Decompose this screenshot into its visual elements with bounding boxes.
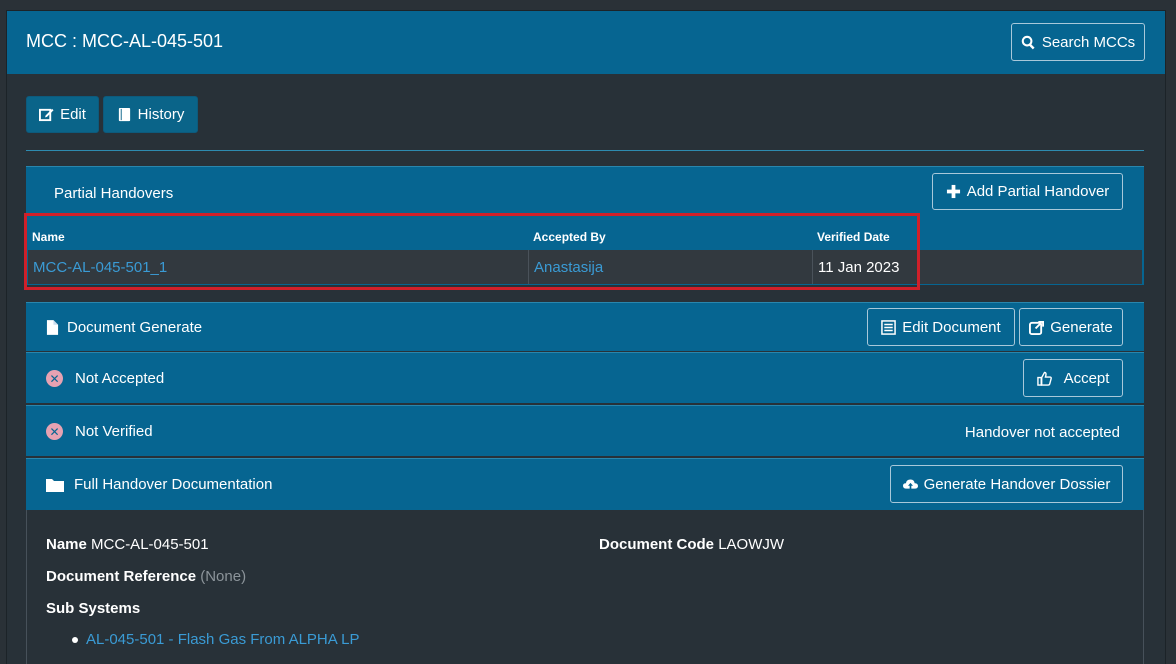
generate-handover-dossier-label: Generate Handover Dossier — [923, 475, 1111, 493]
partial-handovers-table: Name Accepted By Verified Date MCC-AL-04… — [26, 217, 1144, 285]
sub-system-link[interactable]: AL-045-501 - Flash Gas From ALPHA LP — [86, 631, 359, 648]
page-title: MCC : MCC-AL-045-501 — [26, 31, 224, 51]
detail-document-code: Document Code LAOWJW — [599, 536, 785, 553]
book-icon — [118, 107, 130, 122]
not-verified-panel: ✕ Not Verified Handover not accepted — [26, 405, 1144, 456]
search-mccs-button[interactable]: Search MCCs — [1011, 23, 1145, 61]
table-header-row: Name Accepted By Verified Date — [28, 219, 1142, 251]
not-accepted-panel: ✕ Not Accepted Accept — [26, 352, 1144, 403]
history-button[interactable]: History — [103, 96, 198, 133]
column-header-accepted-by: Accepted By — [533, 230, 606, 244]
thumbs-up-icon — [1036, 371, 1052, 386]
full-handover-panel: Full Handover Documentation Generate Han… — [26, 458, 1144, 510]
search-mccs-label: Search MCCs — [1041, 33, 1136, 51]
row-name-link[interactable]: MCC-AL-045-501_1 — [28, 250, 528, 284]
partial-handovers-title: Partial Handovers — [54, 185, 174, 202]
detail-document-reference: Document Reference (None) — [46, 568, 247, 585]
full-handover-title: Full Handover Documentation — [46, 476, 272, 493]
accept-button[interactable]: Accept — [1023, 359, 1123, 397]
edit-document-button[interactable]: Edit Document — [867, 308, 1015, 346]
edit-document-label: Edit Document — [902, 318, 1001, 336]
partial-handovers-panel: Partial Handovers Add Partial Handover — [26, 166, 1144, 218]
detail-name: Name MCC-AL-045-501 — [46, 536, 209, 553]
toolbar-divider — [26, 150, 1144, 151]
cloud-upload-icon — [902, 479, 918, 489]
error-icon: ✕ — [46, 370, 63, 387]
search-icon — [1021, 35, 1035, 49]
row-accepted-by-link[interactable]: Anastasija — [528, 250, 812, 284]
list-icon — [881, 319, 897, 335]
edit-label: Edit — [60, 106, 86, 123]
detail-sub-systems-label: Sub Systems — [46, 600, 141, 617]
not-verified-title: ✕ Not Verified — [46, 423, 153, 440]
table-row: MCC-AL-045-501_1 Anastasija 11 Jan 2023 — [28, 250, 1142, 284]
generate-label: Generate — [1050, 318, 1113, 336]
add-partial-handover-button[interactable]: Add Partial Handover — [932, 173, 1123, 210]
page-header: MCC : MCC-AL-045-501 Search MCCs — [7, 11, 1165, 74]
not-verified-status: Handover not accepted — [964, 424, 1120, 441]
list-bullet — [72, 637, 78, 643]
accept-label: Accept — [1063, 369, 1110, 387]
column-header-verified-date: Verified Date — [817, 230, 890, 244]
not-accepted-title: ✕ Not Accepted — [46, 370, 164, 387]
add-partial-handover-label: Add Partial Handover — [966, 183, 1110, 200]
history-label: History — [137, 106, 185, 123]
edit-icon — [39, 108, 54, 122]
edit-button[interactable]: Edit — [26, 96, 99, 133]
column-header-name: Name — [32, 230, 65, 244]
generate-handover-dossier-button[interactable]: Generate Handover Dossier — [890, 465, 1123, 503]
error-icon: ✕ — [46, 423, 63, 440]
row-verified-date: 11 Jan 2023 — [812, 250, 1142, 284]
folder-icon — [46, 479, 64, 492]
generate-button[interactable]: Generate — [1019, 308, 1123, 346]
document-generate-title: Document Generate — [46, 319, 202, 336]
file-icon — [46, 320, 59, 335]
document-generate-panel: Document Generate Edit Document Generate — [26, 302, 1144, 351]
share-icon — [1029, 320, 1045, 335]
plus-icon — [946, 184, 960, 199]
